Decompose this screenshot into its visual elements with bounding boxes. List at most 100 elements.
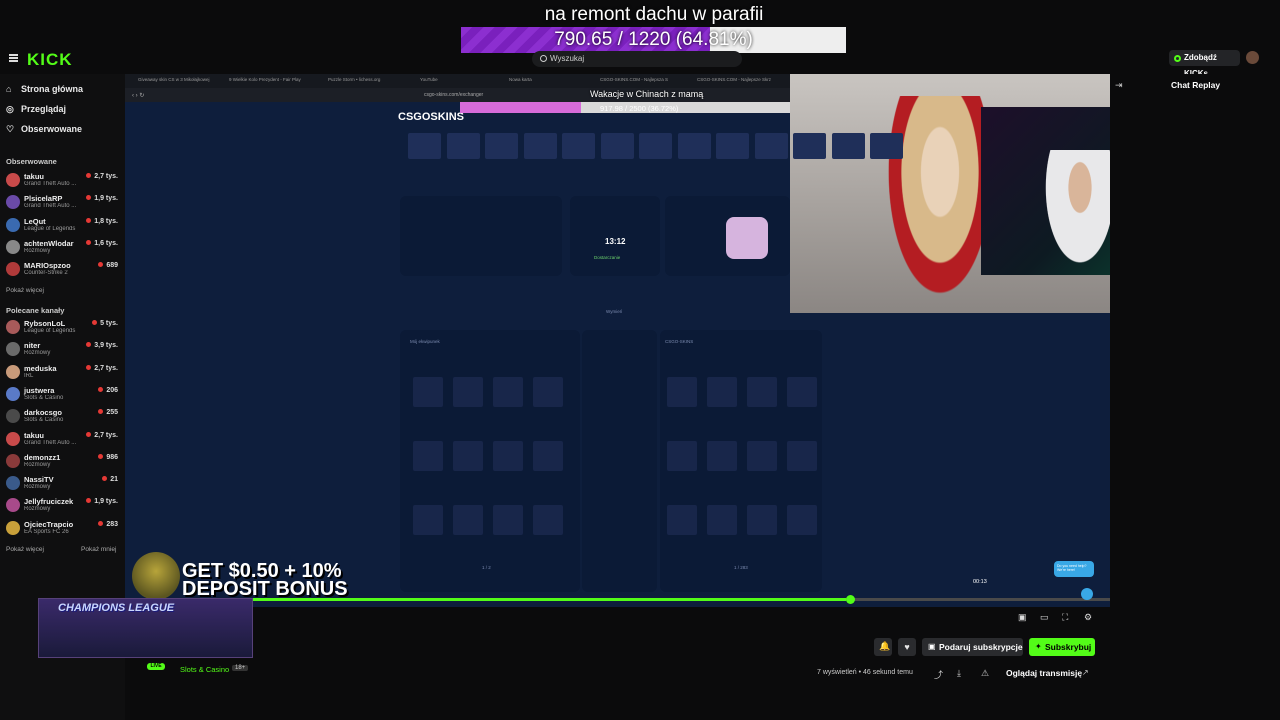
live-dot-icon: [86, 239, 92, 245]
sidebar-channel-followed-1[interactable]: PlsicelaRP Grand Theft Auto ... 1,9 tys.: [6, 193, 120, 213]
followed-show-more[interactable]: Pokaż więcej: [6, 287, 44, 294]
heart-icon: ♥: [904, 642, 910, 652]
fullscreen-icon[interactable]: ⛶: [1062, 612, 1068, 623]
channel-viewer-count: 283: [106, 520, 118, 528]
channel-avatar: [6, 320, 20, 334]
sidebar-channel-followed-0[interactable]: takuu Grand Theft Auto ... 2,7 tys.: [6, 171, 120, 191]
channel-name: PlsicelaRP: [24, 194, 63, 204]
channel-category: Slots & Casino: [24, 394, 64, 401]
channel-avatar: [6, 520, 20, 535]
inventory-item: [413, 441, 443, 471]
subscribe-label: Subskrybuj: [1045, 642, 1092, 652]
channel-name: achtenWlodar: [24, 238, 74, 248]
download-icon[interactable]: ⤓: [957, 668, 961, 679]
live-dot-icon: [86, 498, 92, 504]
user-avatar[interactable]: [1246, 51, 1259, 64]
my-inventory-pages: 1 / 2: [482, 565, 491, 570]
channel-viewers: 3,9 tys.: [86, 342, 118, 349]
inventory-item: [493, 505, 523, 535]
live-dot-icon: [86, 217, 92, 223]
heart-icon: ♡: [6, 124, 15, 134]
channel-viewer-count: 206: [106, 386, 118, 394]
nav-item-1[interactable]: ◎ Przeglądaj: [6, 104, 66, 115]
channel-viewer-count: 2,7 tys.: [94, 173, 118, 180]
inventory-item: [667, 377, 697, 407]
menu-icon[interactable]: [9, 54, 18, 62]
video-time-tooltip: 00:13: [973, 579, 987, 585]
gift-icon: ▣: [928, 642, 936, 651]
video-progress-handle[interactable]: [846, 595, 855, 604]
channel-viewers: 206: [98, 386, 118, 394]
nav-item-label: Strona główna: [21, 84, 84, 94]
channel-viewers: 1,9 tys.: [86, 498, 118, 505]
channel-category: Counter-Strike 2: [24, 270, 68, 277]
skin-tile: [485, 133, 518, 159]
sidebar-channel-recommended-1[interactable]: niter Rozmowy 3,9 tys.: [6, 340, 120, 360]
channel-category: IRL: [24, 372, 34, 379]
skin-tile: [831, 133, 865, 159]
external-link-icon: ↗: [1082, 668, 1089, 677]
channel-category: Rozmowy: [24, 247, 51, 254]
stream-category[interactable]: Slots & Casino: [180, 665, 229, 674]
sidebar-channel-recommended-6[interactable]: demonzz1 Rozmowy 986: [6, 452, 120, 472]
channel-avatar: [6, 195, 20, 210]
channel-viewers: 283: [98, 520, 118, 528]
sidebar-channel-recommended-7[interactable]: NassiTV Rozmowy 21: [6, 474, 120, 494]
inventory-item: [413, 505, 443, 535]
sidebar-channel-recommended-8[interactable]: Jellyfruciczek Rozmowy 1,9 tys.: [6, 496, 120, 516]
settings-icon[interactable]: ⚙: [1084, 612, 1092, 623]
sidebar-channel-recommended-4[interactable]: darkocsgo Slots & Casino 255: [6, 407, 120, 427]
inventory-item: [667, 505, 697, 535]
channel-name: niter: [24, 341, 41, 351]
sidebar-channel-recommended-2[interactable]: meduska IRL 2,7 tys.: [6, 363, 120, 383]
nav-item-0[interactable]: ⌂ Strona główna: [6, 84, 83, 94]
channel-name: justwera: [24, 385, 55, 395]
exchange-status: Dostarczanie: [594, 255, 621, 260]
follow-button[interactable]: ♥: [898, 638, 916, 656]
live-dot-icon: [98, 520, 104, 526]
skin-tile: [793, 133, 826, 159]
channel-category: Grand Theft Auto ...: [24, 439, 77, 446]
chat-collapse-icon[interactable]: ⇥: [1115, 80, 1123, 91]
live-dot-icon: [86, 195, 92, 201]
compass-icon: ◎: [6, 104, 14, 114]
channel-viewer-count: 255: [106, 409, 118, 417]
nav-item-2[interactable]: ♡ Obserwowane: [6, 124, 82, 135]
channel-name: meduska: [24, 363, 57, 373]
report-icon[interactable]: ⚠: [981, 668, 989, 679]
gift-subscriptions-button[interactable]: Podaruj subskrypcje: [922, 638, 1023, 656]
kick-logo[interactable]: KICK: [27, 50, 73, 70]
inventory-item: [493, 441, 523, 471]
timer-panel: [570, 196, 660, 276]
live-dot-icon: [86, 431, 92, 437]
watch-stream-link[interactable]: Oglądaj transmisję: [1006, 668, 1082, 678]
notification-button[interactable]: 🔔: [874, 638, 892, 656]
search-input[interactable]: Wyszukaj: [532, 51, 742, 67]
sidebar-channel-recommended-3[interactable]: justwera Slots & Casino 206: [6, 385, 120, 405]
channel-category: League of Legends: [24, 328, 76, 334]
skin-tile: [677, 133, 711, 159]
sidebar-channel-followed-2[interactable]: LeQut League of Legends 1,8 tys.: [6, 216, 120, 236]
inventory-item: [533, 505, 563, 535]
sidebar-channel-followed-4[interactable]: MARIOspzoo Counter-Strike 2 689: [6, 260, 120, 280]
help-bubble[interactable]: Do you need help? We're here!: [1054, 561, 1094, 577]
channel-viewer-count: 1,6 tys.: [94, 239, 118, 247]
inventory-item: [707, 441, 737, 471]
share-icon[interactable]: ⤴: [934, 668, 943, 681]
channel-avatar: [6, 453, 20, 468]
sidebar-channel-followed-3[interactable]: achtenWlodar Rozmowy 1,6 tys.: [6, 238, 120, 258]
sidebar-channel-recommended-0[interactable]: RybsonLoL League of Legends 5 tys.: [6, 318, 120, 338]
channel-category: League of Legends: [24, 225, 76, 232]
channel-name: takuu: [24, 172, 45, 181]
channel-category: Grand Theft Auto ...: [24, 181, 77, 187]
skin-tile: [870, 133, 903, 159]
miniplayer-icon[interactable]: ▣: [1018, 612, 1027, 623]
channel-viewers: 255: [98, 409, 118, 416]
theater-mode-icon[interactable]: ▭: [1040, 612, 1049, 623]
live-dot-icon: [98, 386, 104, 392]
nav-item-label: Przeglądaj: [21, 104, 67, 114]
help-chat-icon[interactable]: [1081, 588, 1093, 600]
sidebar-channel-recommended-9[interactable]: OjciecTrapcio EA Sports FC 26 283: [6, 519, 120, 539]
sidebar-channel-recommended-5[interactable]: takuu Grand Theft Auto ... 2,7 tys.: [6, 430, 120, 450]
home-icon: ⌂: [6, 84, 12, 94]
